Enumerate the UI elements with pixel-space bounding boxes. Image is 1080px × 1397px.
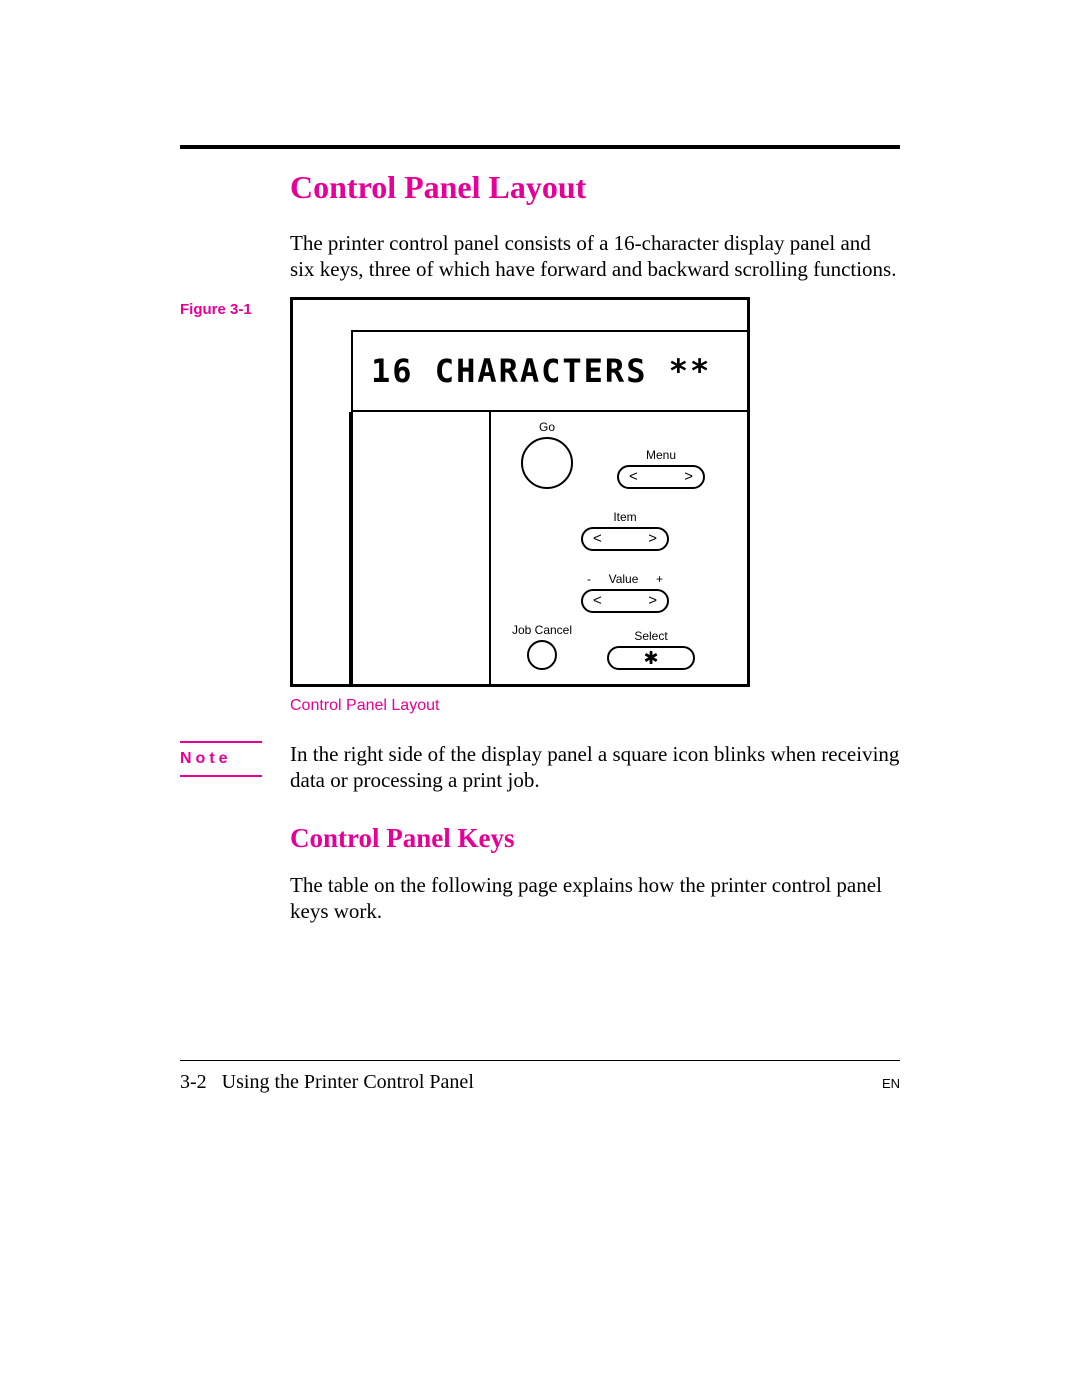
page-content: Control Panel Layout The printer control… — [180, 145, 900, 939]
keys-paragraph: The table on the following page explains… — [290, 872, 900, 925]
footer-title: Using the Printer Control Panel — [222, 1071, 474, 1093]
item-label: Item — [581, 510, 669, 524]
go-label: Go — [503, 420, 591, 434]
figure-illustration: 16 CHARACTERS ** Go Me — [290, 297, 750, 687]
lcd-display-text: 16 CHARACTERS ** — [371, 352, 711, 390]
menu-label: Menu — [617, 448, 705, 462]
value-label: - Value + — [581, 572, 669, 586]
item-button[interactable]: < > — [581, 527, 669, 551]
figure-caption: Control Panel Layout — [290, 697, 750, 715]
note-text: In the right side of the display panel a… — [290, 741, 900, 794]
note-label: Note — [180, 741, 262, 777]
footer-left: 3-2 Using the Printer Control Panel — [180, 1071, 474, 1094]
item-button-block: Item < > — [581, 510, 669, 551]
footer-page-number: 3-2 — [180, 1071, 207, 1093]
figure-row: Figure 3-1 16 CHARACTERS ** Go — [180, 297, 900, 741]
lcd-display-panel: 16 CHARACTERS ** — [351, 330, 747, 412]
job-cancel-button[interactable] — [527, 640, 557, 670]
job-cancel-block: Job Cancel — [503, 623, 581, 670]
go-button[interactable] — [521, 437, 573, 489]
printer-side-panel — [293, 412, 351, 684]
heading-control-panel-keys: Control Panel Keys — [290, 823, 900, 854]
chevron-left-icon: < — [593, 531, 602, 546]
chevron-right-icon: > — [648, 593, 657, 608]
value-minus: - — [587, 572, 591, 586]
footer-lang: EN — [882, 1076, 900, 1091]
menu-button[interactable]: < > — [617, 465, 705, 489]
heading-control-panel-layout: Control Panel Layout — [290, 169, 900, 206]
menu-button-block: Menu < > — [617, 448, 705, 489]
chevron-right-icon: > — [648, 531, 657, 546]
top-rule — [180, 145, 900, 149]
figure-label: Figure 3-1 — [180, 297, 290, 318]
value-button-block: - Value + < > — [581, 572, 669, 613]
select-button[interactable]: ✱ — [607, 646, 695, 670]
intro-paragraph: The printer control panel consists of a … — [290, 230, 900, 283]
select-button-block: Select ✱ — [607, 629, 695, 670]
value-text: Value — [609, 572, 639, 586]
page-footer: 3-2 Using the Printer Control Panel EN — [180, 1060, 900, 1094]
go-button-block: Go — [503, 420, 591, 489]
chevron-left-icon: < — [593, 593, 602, 608]
note-block: Note In the right side of the display pa… — [180, 741, 900, 794]
select-label: Select — [607, 629, 695, 643]
job-cancel-label: Job Cancel — [503, 623, 581, 637]
value-button[interactable]: < > — [581, 589, 669, 613]
chevron-right-icon: > — [684, 469, 693, 484]
chevron-left-icon: < — [629, 469, 638, 484]
star-icon: ✱ — [643, 649, 658, 667]
button-panel: Go Menu < > — [351, 412, 747, 684]
value-plus: + — [656, 572, 663, 586]
